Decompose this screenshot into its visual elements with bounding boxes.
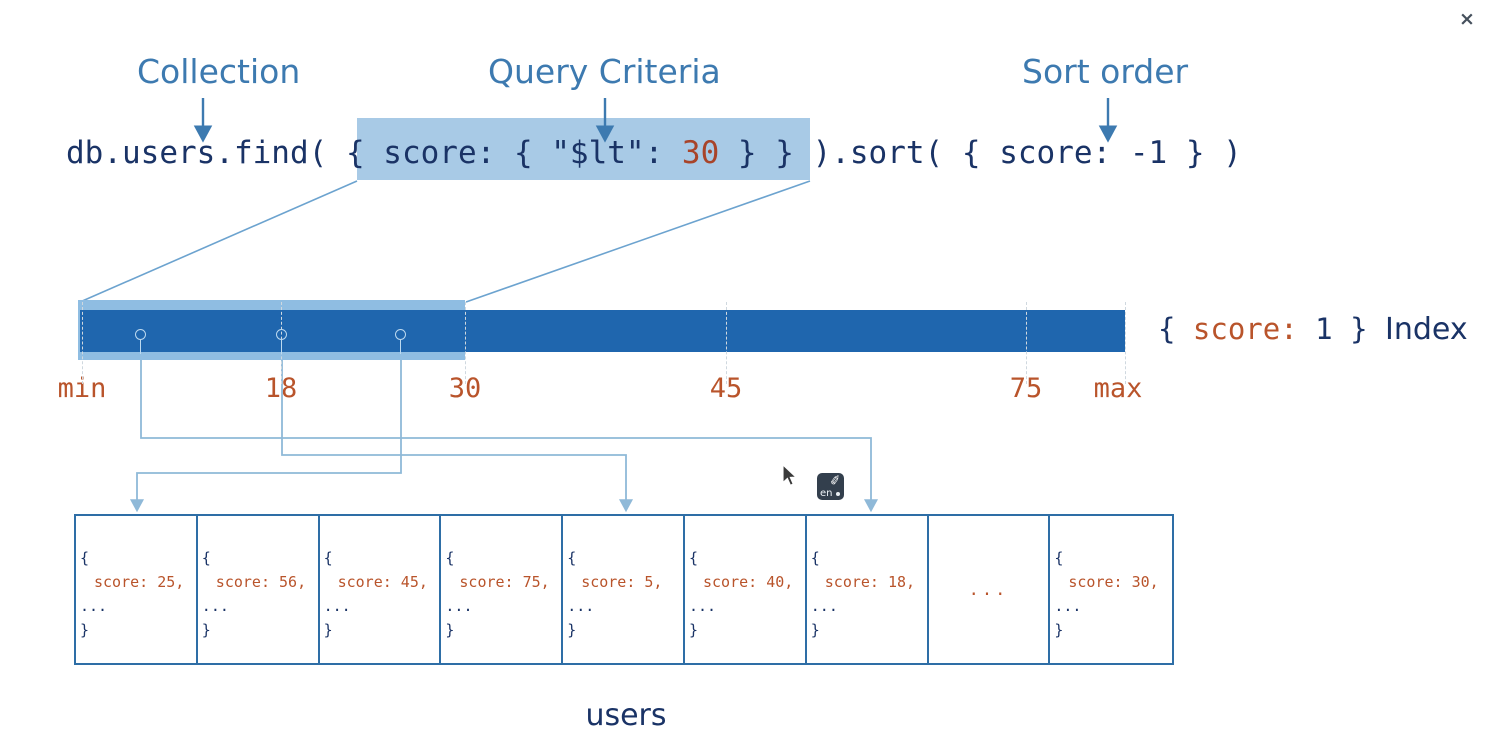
callout-label-collection: Collection	[137, 52, 301, 91]
marker-ring-icon	[276, 329, 287, 340]
diagram-canvas: × Collection Query Criteria Sort order d…	[0, 0, 1486, 748]
doc-ellipsis: ...	[201, 597, 229, 615]
doc-open-brace: {	[445, 549, 455, 567]
query-collection-part: db.users.find(	[66, 135, 346, 171]
doc-score-field: score: 40,	[702, 573, 794, 591]
pen-icon: ✐	[828, 473, 843, 490]
doc-ellipsis: ...	[688, 597, 717, 615]
doc-score-field: score: 25,	[94, 573, 185, 591]
query-sort-value: -1	[1129, 135, 1168, 171]
document-box[interactable]: { score: 5, ... }	[563, 516, 685, 663]
doc-close-brace: }	[810, 621, 820, 639]
callout-label-sort-order: Sort order	[1022, 52, 1189, 91]
index-to-document-connectors	[129, 356, 879, 513]
doc-close-brace: }	[567, 621, 577, 639]
mouse-cursor-icon	[782, 464, 798, 486]
marker-ring-icon	[395, 329, 406, 340]
doc-score-field: score: 56,	[215, 573, 307, 591]
tick-line-45	[726, 302, 727, 384]
doc-open-brace: {	[567, 549, 577, 567]
tick-label-max: max	[1093, 373, 1143, 404]
index-key: score:	[1192, 312, 1316, 346]
more-documents-ellipsis: ...	[968, 579, 1009, 600]
query-statement: db.users.find( { score: { "$lt": 30 } } …	[66, 130, 1242, 176]
marker-stem	[400, 340, 401, 354]
tick-line-min	[82, 302, 83, 384]
query-criteria-value: 30	[681, 135, 720, 171]
query-suffix: } )	[1167, 135, 1242, 171]
doc-score-field: score: 30,	[1068, 573, 1159, 591]
query-sort-part: ).sort( { score:	[793, 135, 1130, 171]
ime-status-dot	[836, 492, 840, 496]
doc-open-brace: {	[323, 549, 333, 567]
doc-score-field: score: 45,	[337, 573, 428, 591]
doc-close-brace: }	[201, 621, 211, 639]
doc-score-field: score: 18,	[824, 573, 916, 591]
doc-open-brace: {	[1054, 549, 1064, 567]
query-criteria-close: } }	[719, 135, 794, 171]
tick-line-30	[465, 302, 466, 384]
index-word: Index	[1385, 312, 1468, 347]
tick-line-75	[1026, 302, 1027, 384]
doc-ellipsis: ...	[1054, 597, 1082, 615]
criteria-to-index-connectors	[79, 180, 811, 303]
doc-open-brace: {	[810, 549, 820, 567]
index-direction: 1	[1315, 312, 1333, 346]
doc-ellipsis: ...	[80, 597, 108, 615]
doc-close-brace: }	[1054, 621, 1064, 639]
doc-ellipsis: ...	[567, 597, 595, 615]
doc-open-brace: {	[80, 549, 90, 567]
document-box[interactable]: { score: 56, ... }	[198, 516, 320, 663]
doc-close-brace: }	[323, 621, 333, 639]
ime-language-badge[interactable]: ✐ en	[817, 473, 844, 500]
marker-stem	[140, 340, 141, 354]
index-definition-label: { score: 1 } Index	[1158, 312, 1468, 347]
document-box[interactable]: { score: 75, ... }	[441, 516, 564, 663]
doc-close-brace: }	[688, 621, 699, 639]
doc-close-brace: }	[80, 621, 90, 639]
doc-score-field: score: 75,	[459, 573, 550, 591]
doc-open-brace: {	[201, 549, 211, 567]
callout-label-query-criteria: Query Criteria	[488, 52, 721, 91]
tick-line-max	[1125, 302, 1126, 384]
doc-ellipsis: ...	[323, 597, 351, 615]
document-box[interactable]: { score: 18, ... }	[807, 516, 929, 663]
document-box[interactable]: { score: 40, ... }	[685, 516, 807, 663]
document-box-more: ...	[929, 516, 1051, 663]
doc-open-brace: {	[688, 549, 699, 567]
marker-stem	[281, 340, 282, 354]
document-box[interactable]: { score: 30, ... }	[1050, 516, 1172, 663]
documents-row: { score: 25, ... } { score: 56, ... } { …	[74, 514, 1175, 665]
marker-ring-icon	[135, 329, 146, 340]
close-icon[interactable]: ×	[1456, 8, 1478, 30]
index-brace-close: }	[1332, 312, 1385, 346]
doc-score-field: score: 5,	[581, 573, 663, 591]
document-box[interactable]: { score: 25, ... }	[76, 516, 198, 663]
doc-ellipsis: ...	[810, 597, 838, 615]
collection-name-label: users	[585, 698, 667, 733]
doc-ellipsis: ...	[445, 597, 473, 615]
doc-close-brace: }	[445, 621, 455, 639]
index-brace-open: {	[1158, 312, 1193, 346]
document-box[interactable]: { score: 45, ... }	[320, 516, 442, 663]
query-criteria-open: { score: { "$lt":	[345, 135, 682, 171]
